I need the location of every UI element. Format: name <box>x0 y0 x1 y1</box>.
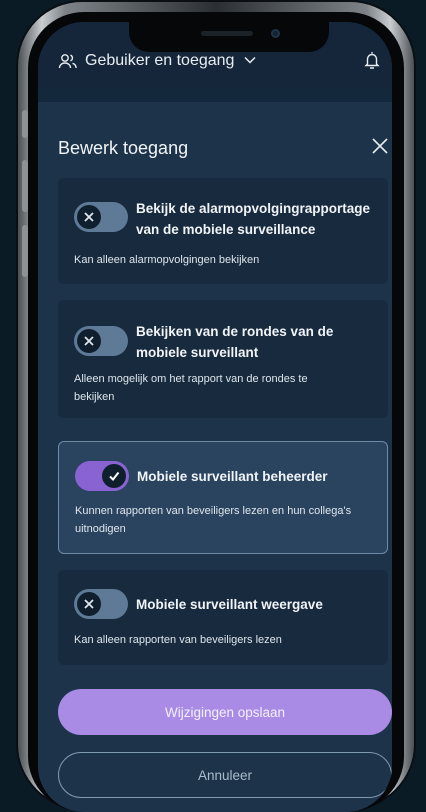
toggle-knob <box>77 205 101 229</box>
permission-toggle[interactable] <box>74 202 128 232</box>
user-group-icon[interactable] <box>58 52 78 70</box>
permission-description: Kunnen rapporten van beveiligers lezen e… <box>75 505 352 517</box>
permission-description: bekijken <box>74 391 115 403</box>
camera-icon <box>271 29 280 38</box>
permission-description: Kan alleen alarmopvolgingen bekijken <box>74 254 260 266</box>
x-icon <box>84 599 94 609</box>
phone-screen: Gebuiker en toegang Bewerk toegang Bekij… <box>38 22 392 812</box>
permission-card[interactable]: Bekijk de alarmopvolgingrapportage van d… <box>58 178 388 284</box>
permission-title: Mobiele surveillant beheerder <box>137 469 328 484</box>
permission-toggle[interactable] <box>74 589 128 619</box>
close-icon[interactable] <box>370 136 390 156</box>
cancel-button[interactable]: Annuleer <box>58 752 392 798</box>
permission-card-selected[interactable]: Mobiele surveillant beheerder Kunnen rap… <box>58 441 388 554</box>
permission-description: uitnodigen <box>75 523 126 535</box>
save-changes-button[interactable]: Wijzigingen opslaan <box>58 689 392 735</box>
permission-card[interactable]: Mobiele surveillant weergave Kan alleen … <box>58 570 388 665</box>
x-icon <box>84 212 94 222</box>
permission-description: Kan alleen rapporten van beveiligers lez… <box>74 634 282 646</box>
permission-title: van de mobiele surveillance <box>136 222 316 237</box>
toggle-knob <box>102 464 126 488</box>
permission-toggle[interactable] <box>75 461 129 491</box>
bell-icon[interactable] <box>364 50 380 70</box>
x-icon <box>84 336 94 346</box>
permission-description: Alleen mogelijk om het rapport van de ro… <box>74 373 308 385</box>
permission-card[interactable]: Bekijken van de rondes van de mobiele su… <box>58 300 388 418</box>
toggle-knob <box>77 592 101 616</box>
speaker <box>201 31 253 36</box>
toggle-knob <box>77 329 101 353</box>
section-selector[interactable]: Gebuiker en toegang <box>85 52 234 70</box>
permission-title: Bekijken van de rondes van de <box>136 324 334 339</box>
chevron-down-icon[interactable] <box>243 54 257 66</box>
panel-title: Bewerk toegang <box>58 138 189 158</box>
permission-toggle[interactable] <box>74 326 128 356</box>
permission-title: mobiele surveillant <box>136 345 259 360</box>
permission-title: Bekijk de alarmopvolgingrapportage <box>136 201 371 216</box>
notch <box>129 22 329 52</box>
checkmark-icon <box>109 471 120 482</box>
permission-title: Mobiele surveillant weergave <box>136 597 323 612</box>
